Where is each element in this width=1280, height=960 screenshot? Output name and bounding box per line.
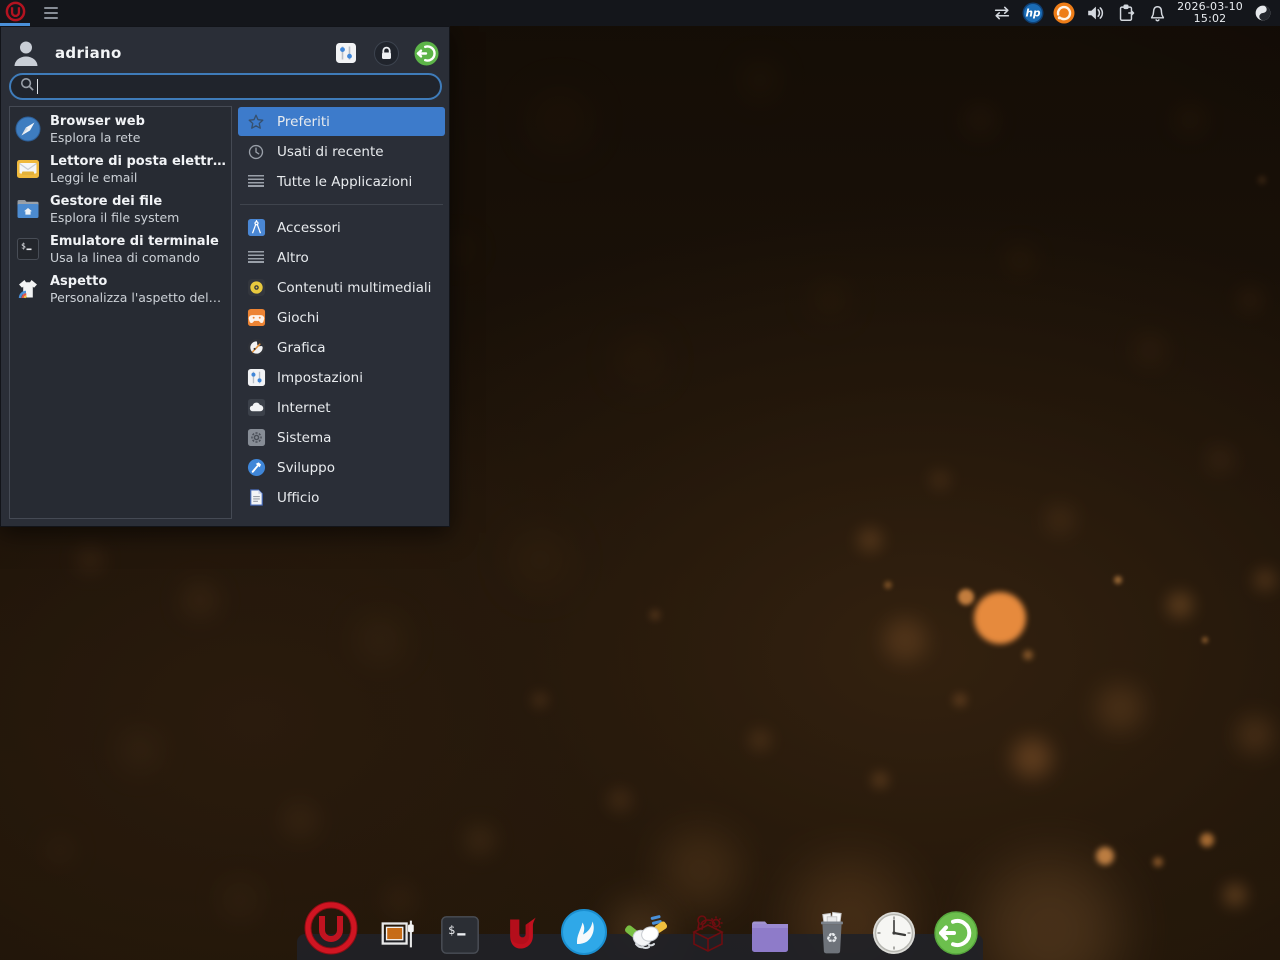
lock-screen-button[interactable]: [373, 40, 399, 66]
search-input[interactable]: [44, 79, 431, 94]
section-favorites[interactable]: Preferiti: [238, 107, 445, 136]
category-label: Impostazioni: [277, 370, 363, 386]
dock-clock[interactable]: [871, 907, 917, 955]
svg-text:hp: hp: [1026, 8, 1041, 20]
dock-toolbox-app[interactable]: [685, 907, 731, 955]
volume-icon[interactable]: [1084, 2, 1106, 24]
clipboard-icon[interactable]: [1115, 2, 1137, 24]
section-label: Usati di recente: [277, 144, 384, 160]
user-avatar-icon: [11, 38, 41, 68]
settings-category-icon: [246, 368, 266, 388]
user-name: adriano: [55, 44, 122, 62]
clock-history-icon: [246, 142, 266, 162]
search-icon: [20, 77, 35, 96]
category-label: Contenuti multimediali: [277, 280, 431, 296]
ufficiozero-logo-icon: [5, 1, 26, 25]
category-accessories[interactable]: Accessori: [238, 213, 445, 242]
category-label: Sistema: [277, 430, 331, 446]
top-panel: hp: [0, 0, 1280, 26]
category-settings[interactable]: Impostazioni: [238, 363, 445, 392]
category-other[interactable]: Altro: [238, 243, 445, 272]
favorite-item-file-manager[interactable]: Gestore dei file Esplora il file system: [10, 189, 231, 229]
dock: $: [303, 907, 979, 955]
category-office[interactable]: Ufficio: [238, 483, 445, 512]
desktop: hp: [0, 0, 1280, 960]
graphics-icon: [246, 338, 266, 358]
yin-yang-icon[interactable]: [1252, 2, 1274, 24]
settings-button[interactable]: [333, 40, 359, 66]
games-icon: [246, 308, 266, 328]
search-box[interactable]: [9, 73, 442, 100]
app-list-icon: [246, 172, 266, 192]
other-icon: [246, 248, 266, 268]
favorite-item-mail-reader[interactable]: Lettore di posta elettr… Leggi le email: [10, 149, 231, 189]
appearance-icon: [15, 276, 41, 302]
dock-trash[interactable]: ♻: [809, 907, 855, 955]
dock-terminal[interactable]: $: [437, 907, 483, 955]
category-label: Giochi: [277, 310, 319, 326]
favorite-item-terminal[interactable]: $ Emulatore di terminale Usa la linea di…: [10, 229, 231, 269]
categories-list: Preferiti Usati di recente Tutte le Appl…: [238, 107, 445, 513]
category-label: Altro: [277, 250, 309, 266]
category-label: Grafica: [277, 340, 325, 356]
notifications-bell-icon[interactable]: [1146, 2, 1168, 24]
dock-file-manager[interactable]: [747, 907, 793, 955]
separator: [240, 204, 443, 205]
category-graphics[interactable]: Grafica: [238, 333, 445, 362]
dock-handshake-app[interactable]: [623, 907, 669, 955]
terminal-icon: $: [15, 236, 41, 262]
favorite-text: Emulatore di terminale Usa la linea di c…: [50, 234, 219, 265]
category-label: Ufficio: [277, 490, 319, 506]
mail-reader-icon: [15, 156, 41, 182]
time-text: 15:02: [1177, 13, 1243, 25]
category-label: Sviluppo: [277, 460, 335, 476]
dock-ufficiozero-launcher[interactable]: [303, 907, 359, 955]
text-caret: [37, 79, 38, 94]
dock-appearance-config[interactable]: [375, 907, 421, 955]
star-icon: [246, 112, 266, 132]
svg-text:♻: ♻: [826, 932, 838, 947]
clock-datetime[interactable]: 2026-03-10 15:02: [1177, 1, 1243, 25]
category-label: Internet: [277, 400, 331, 416]
category-system[interactable]: Sistema: [238, 423, 445, 452]
favorite-text: Lettore di posta elettr… Leggi le email: [50, 154, 226, 185]
category-label: Accessori: [277, 220, 341, 236]
accessories-icon: [246, 218, 266, 238]
updater-icon[interactable]: [1053, 2, 1075, 24]
dock-librewolf[interactable]: [561, 907, 607, 955]
hp-device-icon[interactable]: hp: [1022, 2, 1044, 24]
internet-icon: [246, 398, 266, 418]
section-all-applications[interactable]: Tutte le Applicazioni: [238, 167, 445, 196]
multimedia-icon: [246, 278, 266, 298]
dock-uget[interactable]: [499, 907, 545, 955]
favorite-item-web-browser[interactable]: Browser web Esplora la rete: [10, 109, 231, 149]
category-internet[interactable]: Internet: [238, 393, 445, 422]
layout-arrows-icon[interactable]: [991, 2, 1013, 24]
leave-button[interactable]: [413, 40, 439, 66]
web-browser-icon: [15, 116, 41, 142]
system-icon: [246, 428, 266, 448]
favorite-text: Browser web Esplora la rete: [50, 114, 145, 145]
active-indicator: [0, 23, 30, 26]
section-label: Tutte le Applicazioni: [277, 174, 412, 190]
svg-text:$: $: [448, 923, 455, 937]
category-development[interactable]: Sviluppo: [238, 453, 445, 482]
office-icon: [246, 488, 266, 508]
section-label: Preferiti: [277, 114, 330, 130]
favorites-list: Browser web Esplora la rete Lettore di p…: [9, 106, 232, 519]
application-menu: adriano: [0, 26, 450, 527]
favorite-text: Gestore dei file Esplora il file system: [50, 194, 179, 225]
file-manager-icon: [15, 196, 41, 222]
menu-header: adriano: [11, 35, 439, 71]
svg-text:$: $: [21, 242, 26, 251]
section-recently-used[interactable]: Usati di recente: [238, 137, 445, 166]
dock-logout[interactable]: [933, 907, 979, 955]
favorite-item-appearance[interactable]: Aspetto Personalizza l'aspetto del…: [10, 269, 231, 309]
development-icon: [246, 458, 266, 478]
app-menu-button[interactable]: [0, 0, 30, 26]
category-games[interactable]: Giochi: [238, 303, 445, 332]
favorite-text: Aspetto Personalizza l'aspetto del…: [50, 274, 221, 305]
desktop-menu-icon[interactable]: [44, 7, 58, 19]
category-multimedia[interactable]: Contenuti multimediali: [238, 273, 445, 302]
